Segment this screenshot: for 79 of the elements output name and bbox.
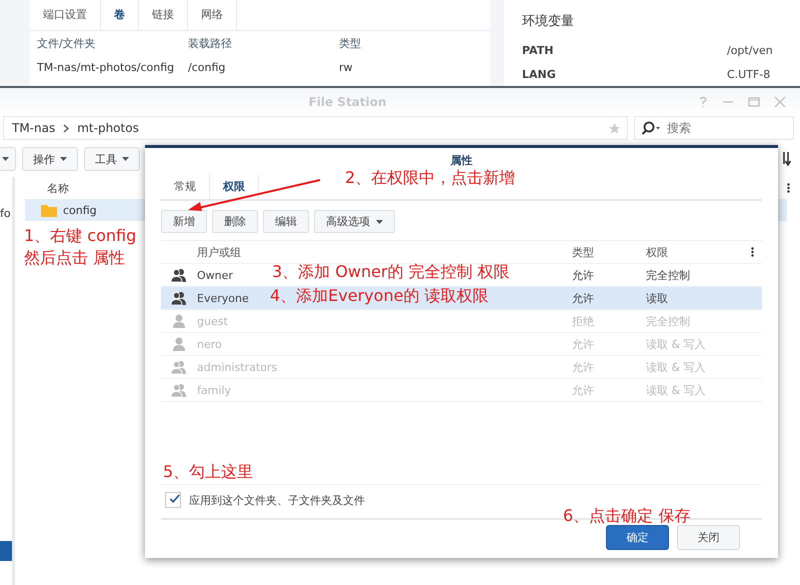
group-icon [171, 360, 187, 374]
table-cell: administrators [197, 360, 278, 374]
table-cell-text: 读取 & 写入 [646, 336, 707, 352]
toolbar-button[interactable]: 操作 [22, 147, 78, 171]
table-cell-text: 允许 [572, 360, 595, 374]
tab[interactable]: 卷 [101, 0, 139, 30]
checkbox-label: 应用到这个文件夹、子文件夹及文件 [189, 492, 365, 508]
table-cell: guest [197, 314, 228, 328]
dialog-title: 属性 [450, 153, 474, 169]
toolbar-button[interactable]: 编辑 [263, 210, 309, 233]
table-cell: Everyone [197, 292, 249, 304]
tab[interactable]: 端口设置 [30, 0, 101, 30]
column-header: 类型 [339, 36, 362, 50]
table-cell-text: 读取 & 写入 [646, 360, 707, 374]
table-cell-text: 读取 & 写入 [646, 382, 707, 398]
breadcrumb-item[interactable]: TM-nas [12, 121, 56, 135]
table-cell: Owner [197, 268, 233, 282]
sidebar-item[interactable]: fo [0, 207, 12, 220]
annotation-text: 2、在权限中，点击新增 [345, 167, 516, 189]
annotation-text: 3、添加 Owner的 完全控制 权限 [272, 262, 510, 281]
user-icon [173, 314, 185, 328]
caret-icon [2, 157, 9, 161]
table-cell-text: 拒绝 [572, 314, 595, 328]
tab[interactable]: 链接 [139, 0, 188, 30]
column-header: 装载路径 [188, 36, 233, 50]
annotation-text: 1、右键 config 然后点击 属性 [24, 225, 136, 269]
dropdown-button[interactable] [0, 147, 16, 171]
file-name: config [63, 204, 97, 216]
toolbar-button[interactable]: 高级选项 [314, 210, 395, 233]
table-cell-text: 完全控制 [646, 314, 691, 328]
column-menu-icon[interactable] [787, 183, 790, 193]
variable-name: LANG [522, 68, 557, 80]
user-icon [173, 337, 185, 351]
toolbar-button[interactable]: 新增 [161, 210, 207, 233]
group-icon [171, 383, 187, 397]
chevron-icon [63, 124, 70, 132]
table-cell-text: 允许 [572, 382, 595, 398]
table-cell-text: rw [339, 60, 354, 74]
breadcrumb-item[interactable]: mt-photos [77, 121, 139, 135]
table-cell: nero [197, 338, 222, 350]
tab[interactable]: 网络 [188, 0, 237, 30]
column-header: 名称 [47, 180, 69, 196]
table-cell-text: 完全控制 [646, 268, 691, 282]
star-icon[interactable] [608, 122, 621, 134]
dialog-button[interactable]: 确定 [606, 525, 669, 550]
annotation-text: 4、添加Everyone的 读取权限 [270, 285, 489, 307]
panel-title: 环境变量 [522, 13, 575, 30]
tab[interactable]: 常规 [161, 175, 210, 199]
toolbar-button[interactable]: 工具 [84, 147, 140, 171]
group-icon [171, 291, 187, 305]
column-header: 权限 [646, 244, 669, 260]
folder-icon [41, 204, 57, 216]
sort-icon[interactable] [782, 152, 792, 166]
variable-value: /opt/ven [727, 44, 773, 56]
table-cell-text: TM-nas/mt-photos/config [37, 60, 176, 74]
tab[interactable]: 权限 [210, 175, 259, 199]
path-field[interactable]: TM-nas mt-photos [3, 116, 628, 140]
group-icon [171, 268, 187, 282]
column-header: 类型 [572, 244, 595, 260]
table-cell: family [197, 384, 231, 396]
table-cell-text: /config [188, 60, 226, 74]
checkbox[interactable] [165, 492, 181, 508]
annotation-text: 5、勾上这里 [163, 461, 254, 483]
search-field[interactable]: 搜索 [634, 116, 794, 140]
column-header: 用户或组 [197, 244, 242, 260]
caret-icon [60, 157, 67, 161]
table-cell-text: 允许 [572, 268, 595, 282]
column-header: 文件/文件夹 [37, 36, 97, 50]
table-cell-text: 读取 [646, 290, 669, 306]
caret-icon [122, 157, 129, 161]
variable-name: PATH [522, 44, 554, 56]
variable-value: C.UTF-8 [727, 68, 770, 80]
table-cell-text: 允许 [572, 336, 595, 352]
column-menu-icon[interactable] [751, 247, 754, 257]
dialog-button[interactable]: 关闭 [677, 525, 740, 550]
search-icon[interactable] [641, 121, 661, 135]
table-cell-text: 允许 [572, 290, 595, 306]
toolbar-button[interactable]: 删除 [212, 210, 258, 233]
annotation-text: 6、点击确定 保存 [563, 505, 690, 527]
